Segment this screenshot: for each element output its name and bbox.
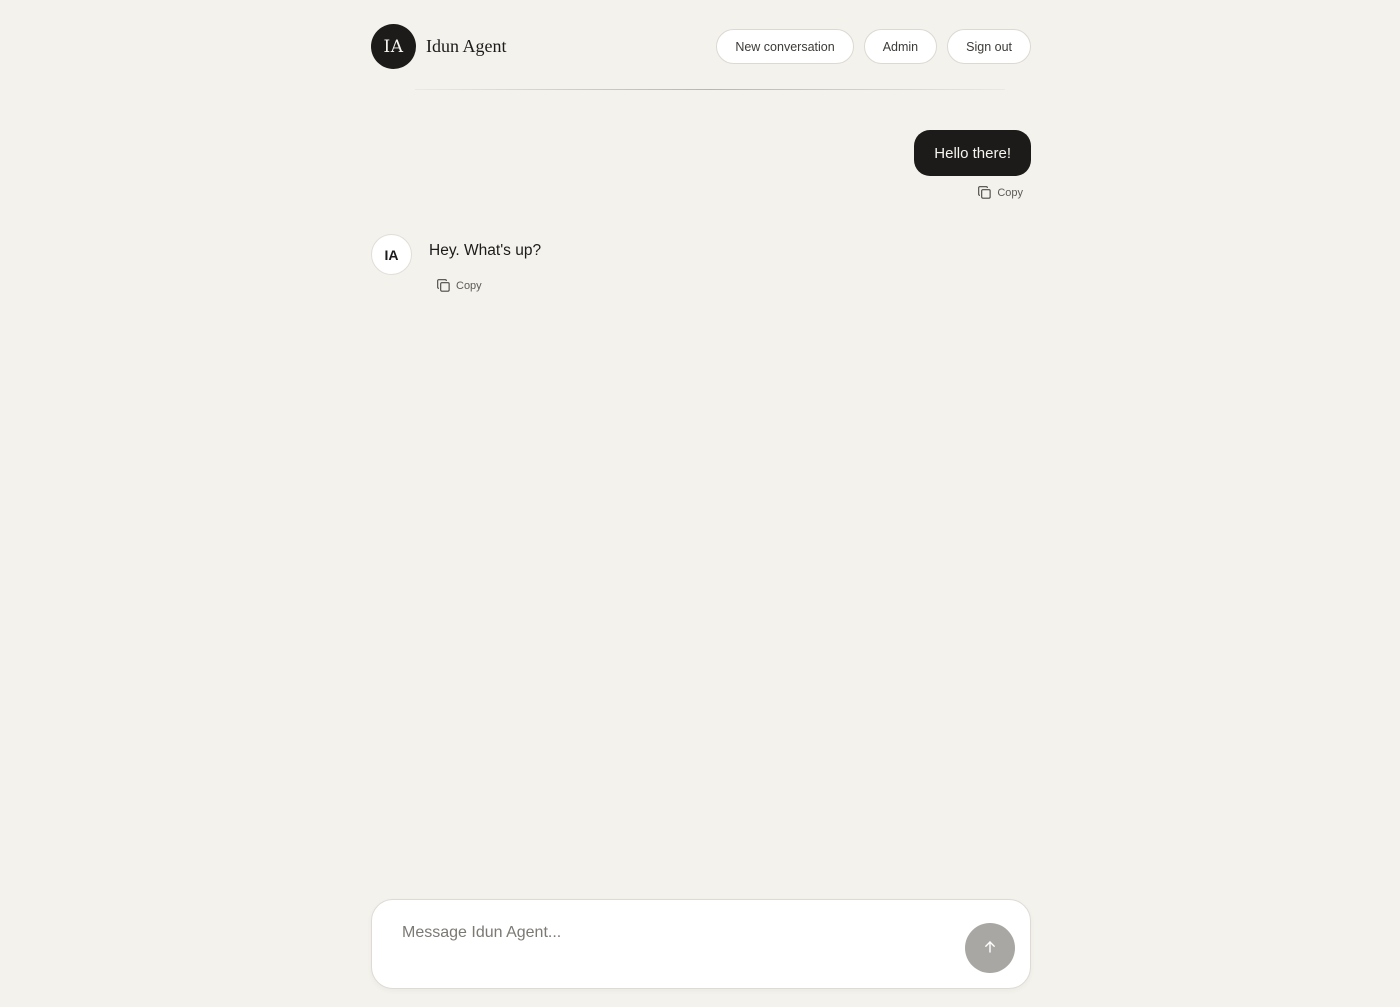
agent-message: IA Hey. What's up? Copy [371, 234, 1031, 293]
user-message: Hello there! Copy [371, 130, 1031, 200]
agent-message-body: Hey. What's up? Copy [429, 234, 541, 293]
sign-out-button[interactable]: Sign out [947, 29, 1031, 64]
user-message-copy-button[interactable]: Copy [977, 185, 1023, 200]
agent-message-copy-button[interactable]: Copy [436, 278, 482, 293]
header-nav: New conversation Admin Sign out [716, 29, 1031, 64]
new-conversation-button[interactable]: New conversation [716, 29, 854, 64]
arrow-up-icon [982, 939, 998, 958]
send-button[interactable] [965, 923, 1015, 973]
header-divider [415, 89, 1005, 90]
message-composer [371, 899, 1031, 989]
brand-logo: IA [371, 24, 416, 69]
copy-label: Copy [997, 186, 1023, 199]
chat-page: IA Idun Agent New conversation Admin Sig… [0, 0, 1400, 1007]
message-input[interactable] [402, 924, 942, 942]
app-header: IA Idun Agent New conversation Admin Sig… [371, 24, 1031, 69]
copy-icon [977, 185, 992, 200]
brand-name: Idun Agent [426, 36, 507, 56]
copy-icon [436, 278, 451, 293]
agent-avatar: IA [371, 234, 412, 275]
brand: IA Idun Agent [371, 24, 507, 69]
copy-label: Copy [456, 279, 482, 292]
user-message-bubble: Hello there! [914, 130, 1031, 176]
agent-message-text: Hey. What's up? [429, 242, 542, 259]
admin-button[interactable]: Admin [863, 29, 938, 64]
